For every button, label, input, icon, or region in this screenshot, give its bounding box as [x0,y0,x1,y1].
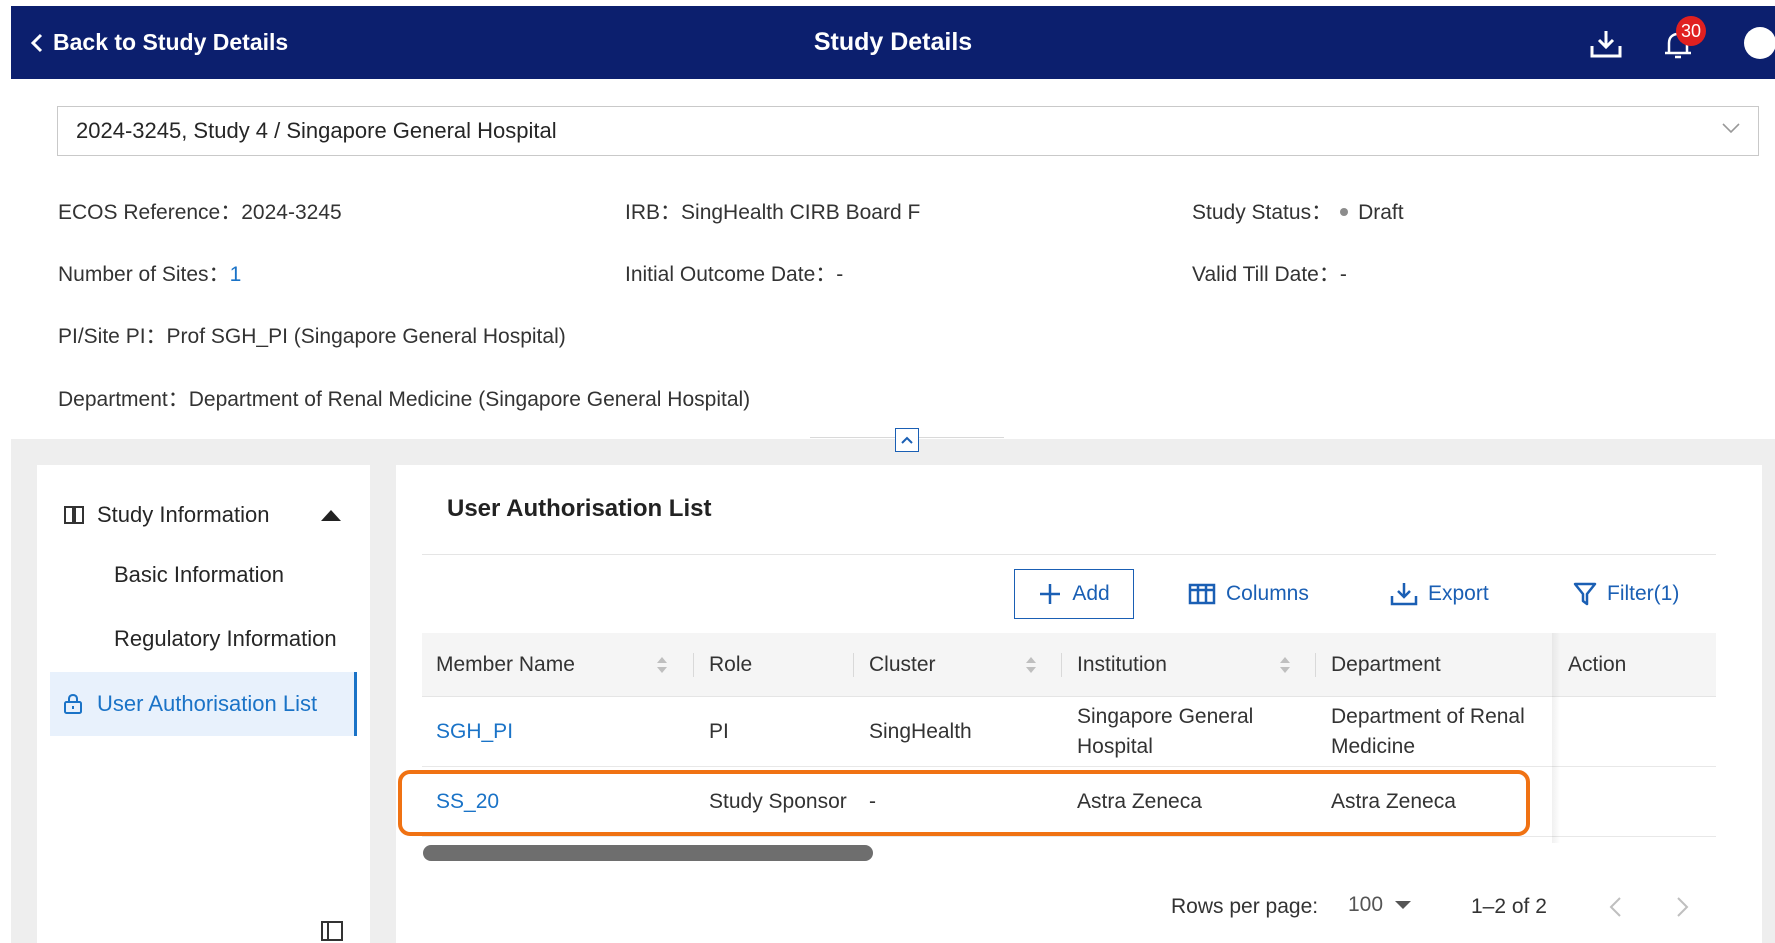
sites-count-link[interactable]: 1 [230,263,242,286]
pi-site-pi: PI/Site PI：Prof SGH_PI (Singapore Genera… [58,325,566,348]
chevron-down-icon [1722,123,1740,134]
notification-badge: 30 [1676,16,1706,46]
plus-icon [1040,584,1061,604]
chevron-left-icon [31,33,43,52]
caret-down-icon [1395,901,1412,909]
previous-page-icon[interactable] [1608,896,1622,918]
number-of-sites: Number of Sites：1 [58,263,242,286]
column-header-cluster[interactable]: Cluster [869,633,936,697]
valid-till-date: Valid Till Date：- [1192,263,1347,286]
caret-up-icon [321,510,341,521]
column-header-department[interactable]: Department [1331,633,1441,697]
role-cell: PI [709,720,729,743]
study-selector[interactable]: 2024-3245, Study 4 / Singapore General H… [57,106,1759,156]
table-row: SGH_PI PI SingHealth Singapore General H… [422,697,1716,767]
columns-icon [1188,583,1216,605]
back-to-study-details-link[interactable]: Back to Study Details [31,6,288,79]
sidebar-item-label: User Authorisation List [97,691,318,716]
column-header-action: Action [1568,653,1627,676]
member-name-link[interactable]: SGH_PI [436,717,513,747]
role-cell: Study Sponsor [709,790,847,813]
column-divider [1315,653,1316,677]
rows-per-page-select[interactable]: 100 [1348,893,1412,917]
member-name-link[interactable]: SS_20 [436,787,499,817]
column-header-institution[interactable]: Institution [1077,633,1167,697]
table-row: SS_20 Study Sponsor - Astra Zeneca Astra… [422,767,1716,837]
sidebar-item-user-authorisation-list[interactable]: User Authorisation List [50,672,357,736]
horizontal-scrollbar[interactable] [423,845,873,861]
chevron-up-icon [901,436,913,444]
download-icon [1390,583,1418,606]
user-authorisation-panel: User Authorisation List Add Columns Expo… [396,465,1762,943]
sidebar-item-basic-information[interactable]: Basic Information [114,562,284,588]
column-header-member-name[interactable]: Member Name [436,633,575,697]
columns-button[interactable]: Columns [1188,569,1309,619]
back-label: Back to Study Details [53,29,289,55]
cluster-cell: - [869,790,876,813]
department-cell-line-1: Department of Renal [1331,705,1525,728]
irb-info: IRB：SingHealth CIRB Board F [625,201,921,224]
column-divider [1061,653,1062,677]
study-status: Study Status： Draft [1192,201,1404,224]
filter-icon [1573,582,1597,606]
table-header: Member Name Role Cluster Institution Dep… [422,633,1716,697]
institution-cell-line-2: Hospital [1077,735,1153,758]
collapse-summary-button[interactable] [895,428,919,452]
initial-outcome-date: Initial Outcome Date：- [625,263,844,286]
column-divider [693,653,694,677]
cluster-cell: SingHealth [869,720,972,743]
column-divider [853,653,854,677]
department-cell-line-2: Medicine [1331,735,1416,758]
sort-icon[interactable] [656,655,668,675]
department-cell: Astra Zeneca [1331,790,1456,813]
status-dot [1340,208,1349,216]
sidebar-toggle-icon[interactable] [320,920,344,942]
rows-per-page-value: 100 [1348,893,1384,916]
filter-button[interactable]: Filter(1) [1573,569,1679,619]
fixed-column-shadow [1552,633,1560,843]
add-button[interactable]: Add [1014,569,1134,619]
sort-icon[interactable] [1279,655,1291,675]
ecos-reference: ECOS Reference：2024-3245 [58,201,342,224]
sidebar-item-regulatory-information[interactable]: Regulatory Information [114,626,337,652]
department-info: Department：Department of Renal Medicine … [58,388,751,411]
study-selector-value: 2024-3245, Study 4 / Singapore General H… [76,118,557,143]
side-navigation: Study Information Basic Information Regu… [37,465,370,943]
rows-per-page-label: Rows per page: [1171,895,1319,918]
column-header-role[interactable]: Role [709,633,752,697]
top-bar: Back to Study Details Study Details 30 [11,6,1775,79]
lock-icon [64,693,82,714]
pagination-range: 1–2 of 2 [1471,895,1547,918]
institution-cell-line-1: Singapore General [1077,705,1254,728]
nav-group-label: Study Information [97,502,270,527]
sort-icon[interactable] [1025,655,1037,675]
panel-title: User Authorisation List [447,495,712,522]
book-icon [64,506,84,524]
avatar[interactable] [1744,27,1775,59]
export-button[interactable]: Export [1390,569,1489,619]
panel-divider [422,554,1716,555]
next-page-icon[interactable] [1676,896,1690,918]
nav-group-study-information[interactable]: Study Information [63,495,353,535]
download-icon[interactable] [1589,28,1623,65]
institution-cell: Astra Zeneca [1077,790,1202,813]
